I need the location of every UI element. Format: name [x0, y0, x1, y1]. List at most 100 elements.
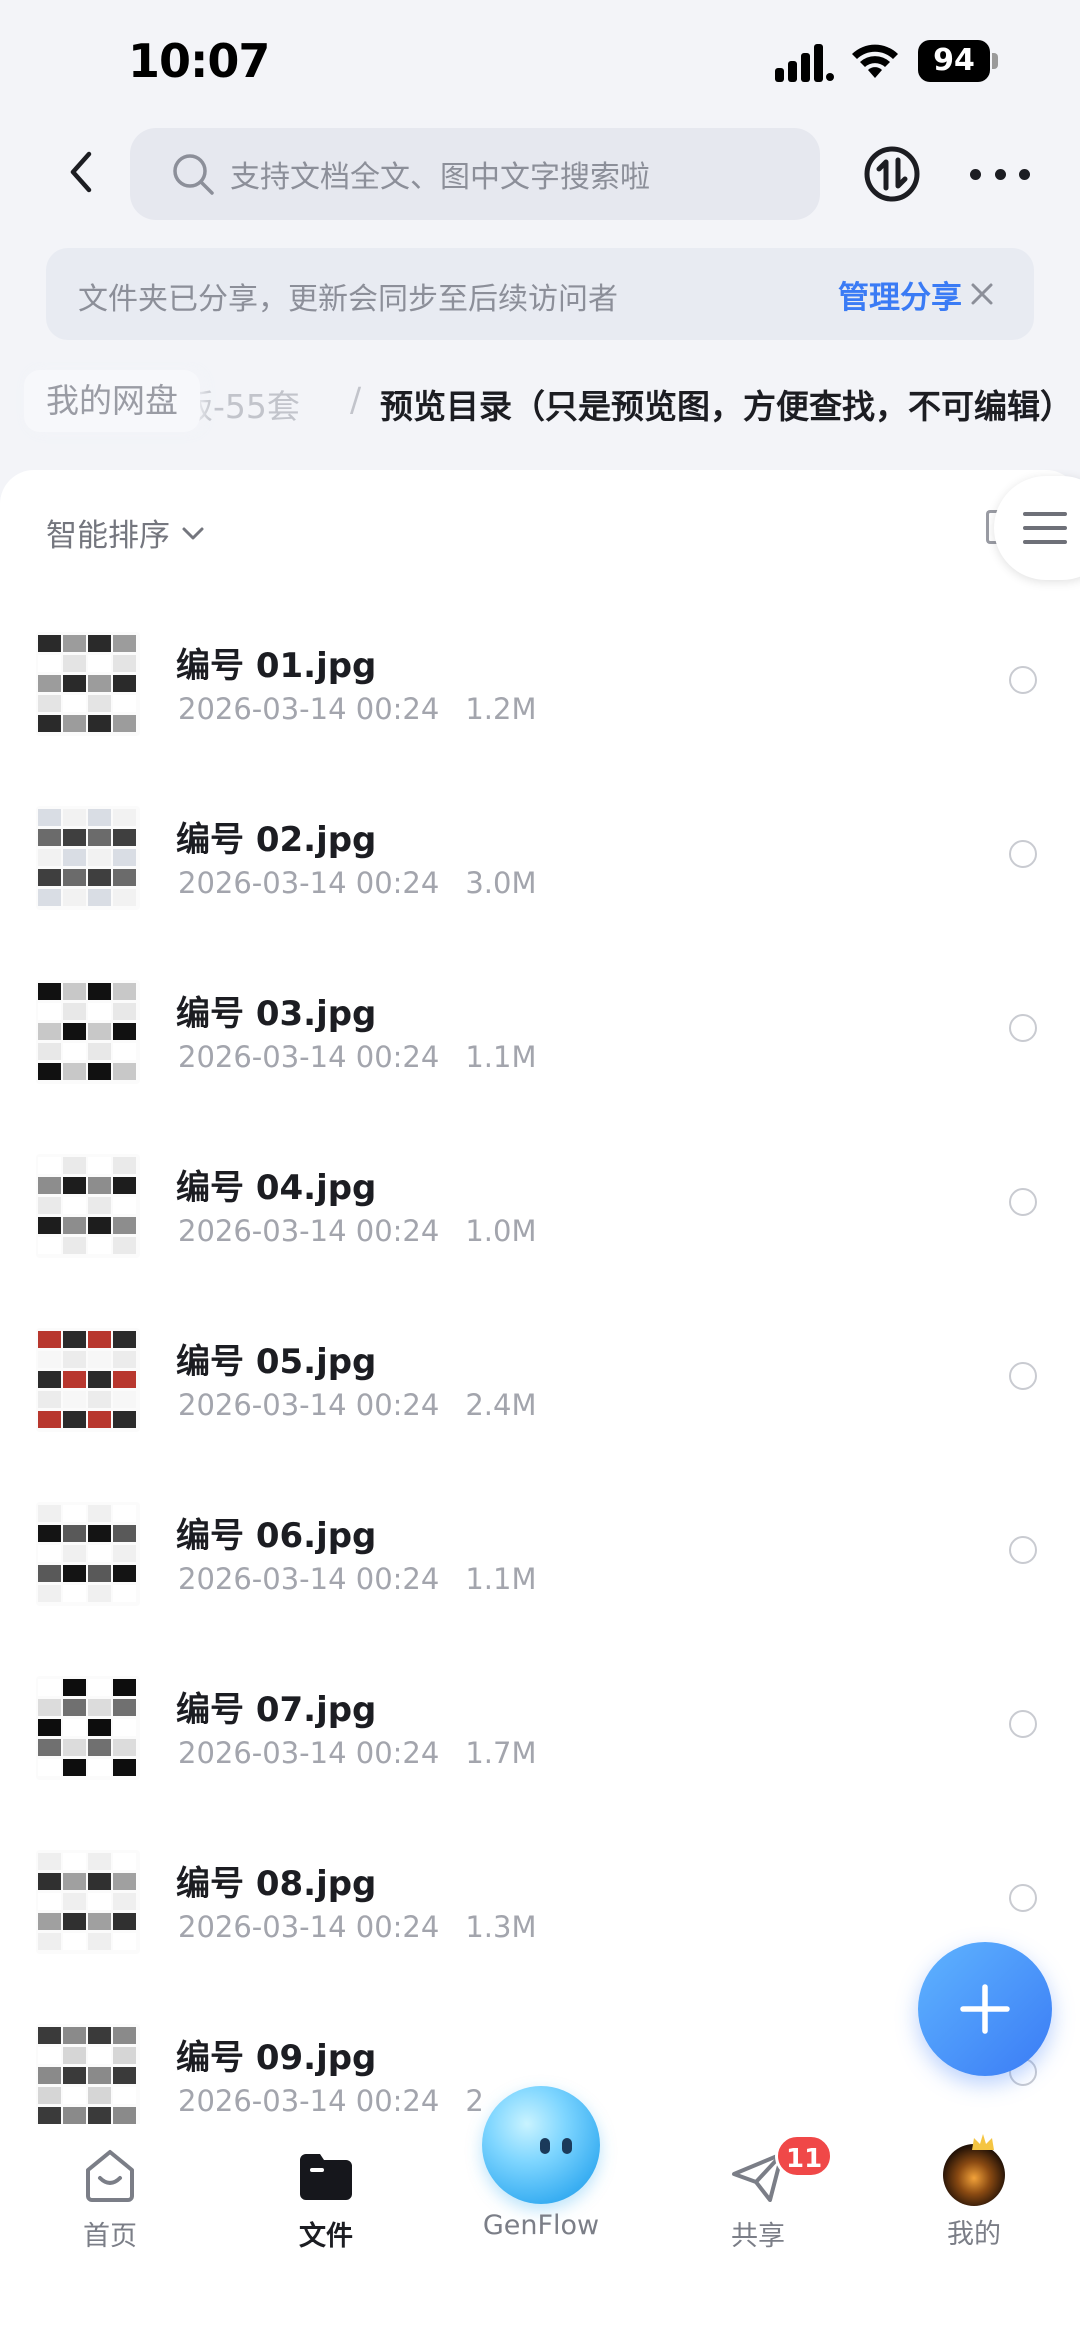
tab-home[interactable]: 首页 — [40, 2144, 180, 2264]
select-checkbox[interactable] — [1009, 1710, 1037, 1738]
file-meta: 2026-03-14 00:24 1.2M — [178, 692, 536, 726]
tab-genflow-label: GenFlow — [482, 2210, 600, 2241]
file-date: 2026-03-14 00:24 — [178, 1388, 440, 1422]
signal-icon — [775, 44, 834, 82]
status-time: 10:07 — [128, 34, 270, 88]
chevron-down-icon — [182, 527, 204, 539]
select-checkbox[interactable] — [1009, 1884, 1037, 1912]
sort-dropdown[interactable]: 智能排序 — [46, 510, 206, 555]
battery-cap — [992, 53, 998, 69]
file-date: 2026-03-14 00:24 — [178, 2084, 440, 2118]
file-thumbnail — [36, 806, 140, 910]
breadcrumb-separator: / — [350, 380, 362, 419]
file-size: 1.1M — [465, 1562, 537, 1596]
file-size: 2.4M — [465, 1388, 537, 1422]
tab-home-label: 首页 — [83, 2221, 137, 2252]
share-banner: 文件夹已分享，更新会同步至后续访问者 管理分享 — [46, 248, 1034, 340]
search-input[interactable]: 支持文档全文、图中文字搜索啦 — [130, 128, 820, 220]
breadcrumb-item-current: 预览目录（只是预览图，方便查找，不可编辑） — [380, 387, 1073, 426]
file-name: 编号 01.jpg — [176, 646, 377, 686]
transfer-button[interactable] — [862, 144, 922, 204]
file-meta: 2026-03-14 00:24 1.0M — [178, 1214, 536, 1248]
file-meta: 2026-03-14 00:24 2 — [178, 2084, 484, 2118]
plus-icon — [960, 1984, 1010, 2034]
file-name: 编号 08.jpg — [176, 1864, 377, 1904]
file-row[interactable]: 编号 03.jpg 2026-03-14 00:24 1.1M — [0, 970, 1080, 1144]
file-row[interactable]: 编号 06.jpg 2026-03-14 00:24 1.1M — [0, 1492, 1080, 1666]
file-thumbnail — [36, 2024, 140, 2128]
genflow-button[interactable] — [482, 2086, 600, 2204]
select-checkbox[interactable] — [1009, 1536, 1037, 1564]
wifi-icon — [852, 44, 898, 78]
share-notification-badge: 11 — [775, 2134, 834, 2178]
select-checkbox[interactable] — [1009, 666, 1037, 694]
more-dot-icon — [1019, 168, 1030, 180]
file-thumbnail — [36, 1676, 140, 1780]
file-list-panel: 智能排序 编号 01.jpg 2026-03-14 00:24 1.2M 编号 0… — [0, 470, 1080, 2170]
file-name: 编号 07.jpg — [176, 1690, 377, 1730]
search-placeholder: 支持文档全文、图中文字搜索啦 — [230, 160, 650, 195]
file-row[interactable]: 编号 04.jpg 2026-03-14 00:24 1.0M — [0, 1144, 1080, 1318]
file-size: 1.0M — [465, 1214, 537, 1248]
file-thumbnail — [36, 632, 140, 736]
file-size: 1.7M — [465, 1736, 537, 1770]
select-checkbox[interactable] — [1009, 1188, 1037, 1216]
file-date: 2026-03-14 00:24 — [178, 866, 440, 900]
list-icon — [1023, 512, 1067, 544]
file-size: 1.1M — [465, 1040, 537, 1074]
more-options-button[interactable] — [970, 150, 1030, 198]
add-button[interactable] — [918, 1942, 1052, 2076]
file-date: 2026-03-14 00:24 — [178, 692, 440, 726]
file-size: 2 — [465, 2084, 484, 2118]
tab-mine-label: 我的 — [947, 2219, 1001, 2250]
select-checkbox[interactable] — [1009, 1014, 1037, 1042]
file-name: 编号 06.jpg — [176, 1516, 377, 1556]
file-name: 编号 02.jpg — [176, 820, 377, 860]
tab-files[interactable]: 文件 — [256, 2144, 396, 2264]
file-size: 1.2M — [465, 692, 537, 726]
file-meta: 2026-03-14 00:24 1.7M — [178, 1736, 536, 1770]
file-size: 1.3M — [465, 1910, 537, 1944]
file-size: 3.0M — [465, 866, 537, 900]
file-name: 编号 03.jpg — [176, 994, 377, 1034]
file-date: 2026-03-14 00:24 — [178, 1562, 440, 1596]
breadcrumb-item-root[interactable]: 我的网盘 — [24, 370, 200, 432]
tab-share-label: 共享 — [731, 2221, 785, 2252]
file-row[interactable]: 编号 02.jpg 2026-03-14 00:24 3.0M — [0, 796, 1080, 970]
file-meta: 2026-03-14 00:24 1.1M — [178, 1562, 536, 1596]
file-thumbnail — [36, 1850, 140, 1954]
file-name: 编号 09.jpg — [176, 2038, 377, 2078]
battery-level: 94 — [918, 40, 990, 82]
tab-mine[interactable]: 我的 — [904, 2144, 1044, 2264]
file-thumbnail — [36, 1502, 140, 1606]
search-icon — [173, 154, 214, 195]
home-icon — [86, 2150, 134, 2202]
file-date: 2026-03-14 00:24 — [178, 1910, 440, 1944]
file-meta: 2026-03-14 00:24 3.0M — [178, 866, 536, 900]
status-bar: 10:07 94 — [0, 0, 1080, 120]
file-row[interactable]: 编号 08.jpg 2026-03-14 00:24 1.3M — [0, 1840, 1080, 2014]
orb-eye-icon — [562, 2138, 572, 2154]
select-checkbox[interactable] — [1009, 840, 1037, 868]
battery-indicator: 94 — [918, 40, 998, 82]
orb-eye-icon — [540, 2138, 550, 2154]
file-row[interactable]: 编号 07.jpg 2026-03-14 00:24 1.7M — [0, 1666, 1080, 1840]
file-thumbnail — [36, 1154, 140, 1258]
chevron-left-icon — [70, 151, 92, 193]
manage-share-link[interactable]: 管理分享 — [838, 272, 962, 317]
file-date: 2026-03-14 00:24 — [178, 1040, 440, 1074]
file-thumbnail — [36, 1328, 140, 1432]
view-toggle-button[interactable] — [994, 476, 1080, 580]
more-dot-icon — [970, 168, 981, 180]
back-button[interactable] — [56, 142, 106, 202]
file-name: 编号 05.jpg — [176, 1342, 377, 1382]
folder-icon — [300, 2154, 352, 2200]
file-row[interactable]: 编号 05.jpg 2026-03-14 00:24 2.4M — [0, 1318, 1080, 1492]
file-thumbnail — [36, 980, 140, 1084]
select-checkbox[interactable] — [1009, 1362, 1037, 1390]
avatar — [943, 2144, 1005, 2206]
close-icon[interactable] — [964, 276, 1000, 312]
file-meta: 2026-03-14 00:24 2.4M — [178, 1388, 536, 1422]
more-dot-icon — [994, 168, 1006, 180]
file-row[interactable]: 编号 01.jpg 2026-03-14 00:24 1.2M — [0, 622, 1080, 796]
